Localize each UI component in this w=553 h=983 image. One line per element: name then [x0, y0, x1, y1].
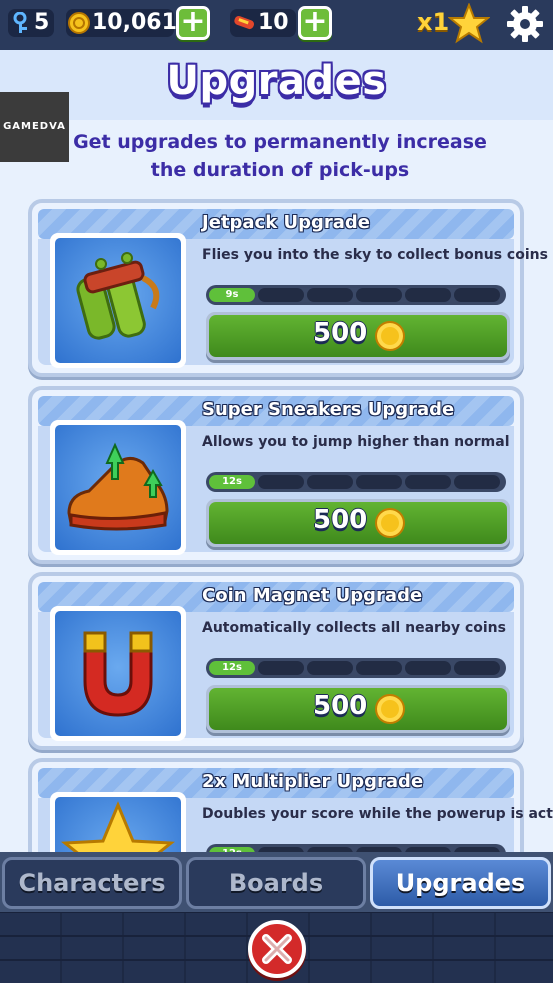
upgrade-thumbnail: [50, 606, 186, 741]
upgrade-price: 500: [313, 318, 368, 348]
upgrade-title: Jetpack Upgrade: [202, 212, 370, 233]
upgrade-thumbnail: [50, 420, 186, 555]
coins-counter: 10,061: [66, 9, 177, 37]
star-icon: [448, 3, 490, 44]
coin-icon: [68, 12, 90, 34]
progress-segment: [405, 288, 451, 302]
page-subtitle: Get upgrades to permanently increase the…: [73, 131, 487, 181]
keys-count: 5: [34, 10, 50, 35]
hoverboard-icon: [234, 16, 254, 30]
progress-segment: [307, 288, 353, 302]
keys-counter: 5: [8, 9, 54, 37]
boards-counter: 10: [230, 9, 296, 37]
upgrade-price: 500: [313, 691, 368, 721]
progress-segment: [356, 661, 402, 675]
coins-count: 10,061: [92, 10, 177, 35]
upgrade-progress-bar: 12s: [206, 658, 506, 678]
coin-icon: [375, 508, 405, 538]
gear-icon[interactable]: [505, 4, 545, 44]
progress-segment: [307, 475, 353, 489]
progress-segment: [258, 661, 304, 675]
progress-segment-filled: 12s: [209, 661, 255, 675]
progress-segment: [258, 475, 304, 489]
coin-icon: [375, 321, 405, 351]
buy-upgrade-button[interactable]: 500: [206, 685, 510, 733]
progress-segment: [356, 288, 402, 302]
upgrade-thumbnail: [50, 233, 186, 368]
coin-icon: [375, 694, 405, 724]
page-title: Upgrades: [166, 58, 387, 104]
upgrade-title: Super Sneakers Upgrade: [202, 399, 455, 420]
upgrade-title: 2x Multiplier Upgrade: [202, 771, 424, 792]
tab-upgrades[interactable]: Upgrades: [370, 857, 551, 909]
jetpack-icon: [76, 252, 160, 340]
buy-upgrade-button[interactable]: 500: [206, 499, 510, 547]
upgrade-card-magnet: Coin Magnet Upgrade Automatically collec…: [28, 572, 524, 750]
upgrade-progress-bar: 12s: [206, 472, 506, 492]
top-bar: 5 10,061 + 10 + x1: [0, 0, 553, 50]
upgrade-card-sneakers: Super Sneakers Upgrade Allows you to jum…: [28, 386, 524, 564]
tab-boards[interactable]: Boards: [186, 857, 366, 909]
close-icon: [262, 934, 292, 964]
boards-count: 10: [258, 10, 289, 35]
upgrade-progress-bar: 9s: [206, 285, 506, 305]
progress-segment: [454, 661, 500, 675]
progress-segment-filled: 12s: [209, 475, 255, 489]
upgrade-description: Allows you to jump higher than normal: [202, 434, 510, 450]
multiplier-value: x1: [417, 8, 450, 36]
upgrade-title: Coin Magnet Upgrade: [202, 585, 423, 606]
upgrade-card-jetpack: Jetpack Upgrade Flies you into the sky t…: [28, 199, 548, 377]
upgrade-description: Automatically collects all nearby coins: [202, 620, 506, 636]
progress-segment: [454, 288, 500, 302]
buy-upgrade-button[interactable]: 500: [206, 312, 510, 360]
upgrade-description: Doubles your score while the powerup is …: [202, 806, 553, 822]
progress-segment: [307, 661, 353, 675]
add-coins-button[interactable]: +: [176, 6, 210, 40]
key-icon: [13, 12, 27, 33]
progress-segment: [405, 661, 451, 675]
close-button[interactable]: [248, 920, 306, 978]
sneakers-icon: [67, 442, 169, 531]
add-boards-button[interactable]: +: [298, 6, 332, 40]
tab-characters[interactable]: Characters: [2, 857, 182, 909]
progress-segment: [258, 288, 304, 302]
magnet-icon: [83, 631, 153, 717]
progress-segment: [454, 475, 500, 489]
progress-segment-filled: 9s: [209, 288, 255, 302]
progress-segment: [405, 475, 451, 489]
upgrade-price: 500: [313, 505, 368, 535]
upgrade-description: Flies you into the sky to collect bonus …: [202, 247, 548, 263]
progress-segment: [356, 475, 402, 489]
watermark-logo: GAMEDVA: [0, 92, 69, 162]
